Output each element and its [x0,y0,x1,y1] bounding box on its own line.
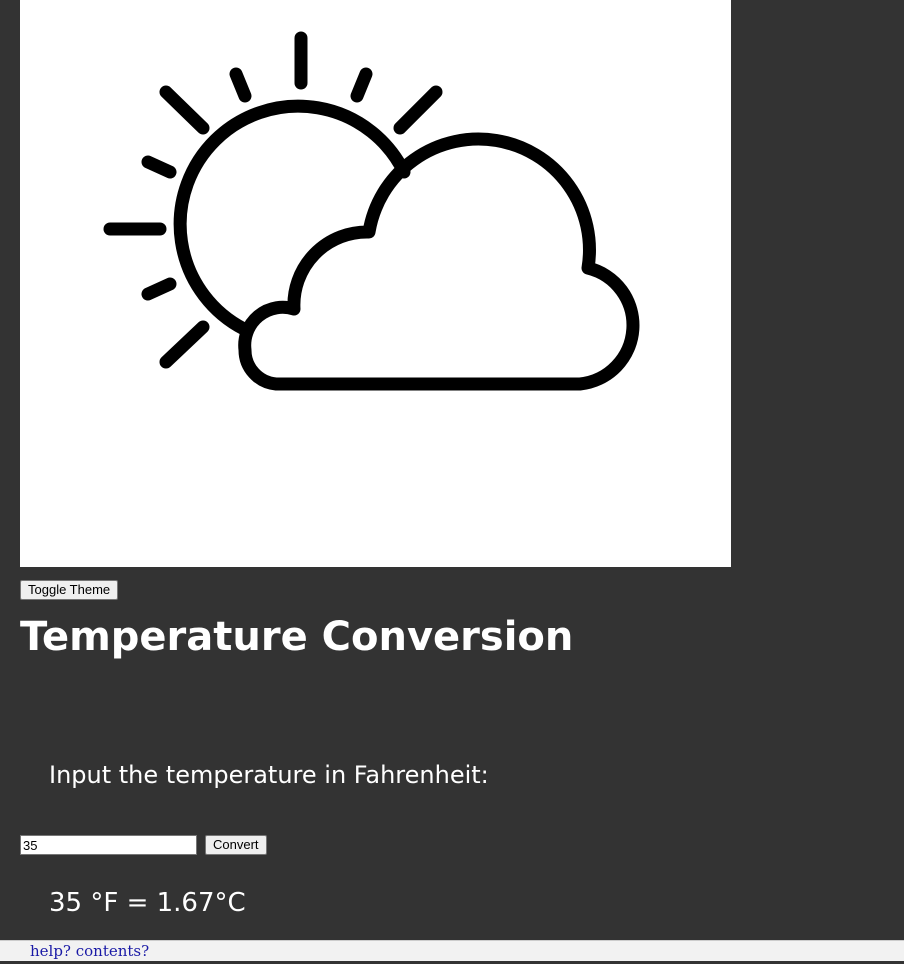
sun-behind-cloud-icon [103,31,640,391]
fahrenheit-prompt-label: Input the temperature in Fahrenheit: [49,761,489,789]
conversion-result: 35 °F = 1.67°C [49,888,246,918]
help-footer-bar: help? contents? [0,940,904,961]
fahrenheit-input[interactable] [20,835,197,855]
page: Toggle Theme Temperature Conversion Inpu… [0,0,904,964]
toggle-theme-button[interactable]: Toggle Theme [20,580,119,600]
page-title: Temperature Conversion [20,614,574,660]
weather-illustration [20,0,731,567]
convert-button[interactable]: Convert [205,835,267,855]
help-contents-link[interactable]: help? contents? [30,942,149,961]
